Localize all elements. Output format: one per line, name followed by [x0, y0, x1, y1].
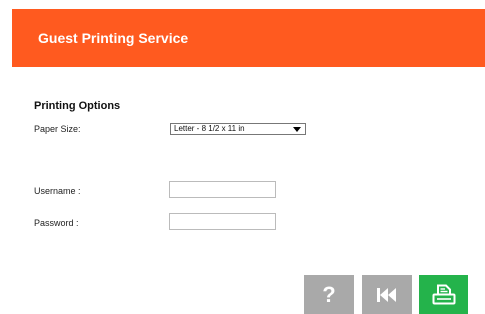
paper-size-label: Paper Size:	[34, 124, 81, 134]
help-button[interactable]: ?	[304, 275, 354, 314]
header-bar: Guest Printing Service	[12, 9, 485, 67]
password-input[interactable]	[169, 213, 276, 230]
skip-back-icon	[377, 287, 396, 302]
printing-options-title: Printing Options	[34, 100, 121, 112]
paper-size-select[interactable]: Letter - 8 1/2 x 11 in	[170, 123, 306, 135]
paper-size-selected-value: Letter - 8 1/2 x 11 in	[174, 124, 245, 133]
page-title: Guest Printing Service	[38, 30, 189, 46]
print-button[interactable]	[419, 275, 468, 314]
question-mark-icon: ?	[322, 281, 336, 307]
dropdown-arrow-icon	[293, 127, 301, 132]
back-button[interactable]	[362, 275, 412, 314]
printer-icon	[432, 284, 455, 304]
username-label: Username :	[34, 186, 81, 196]
username-input[interactable]	[169, 181, 276, 198]
password-label: Password :	[34, 218, 79, 228]
